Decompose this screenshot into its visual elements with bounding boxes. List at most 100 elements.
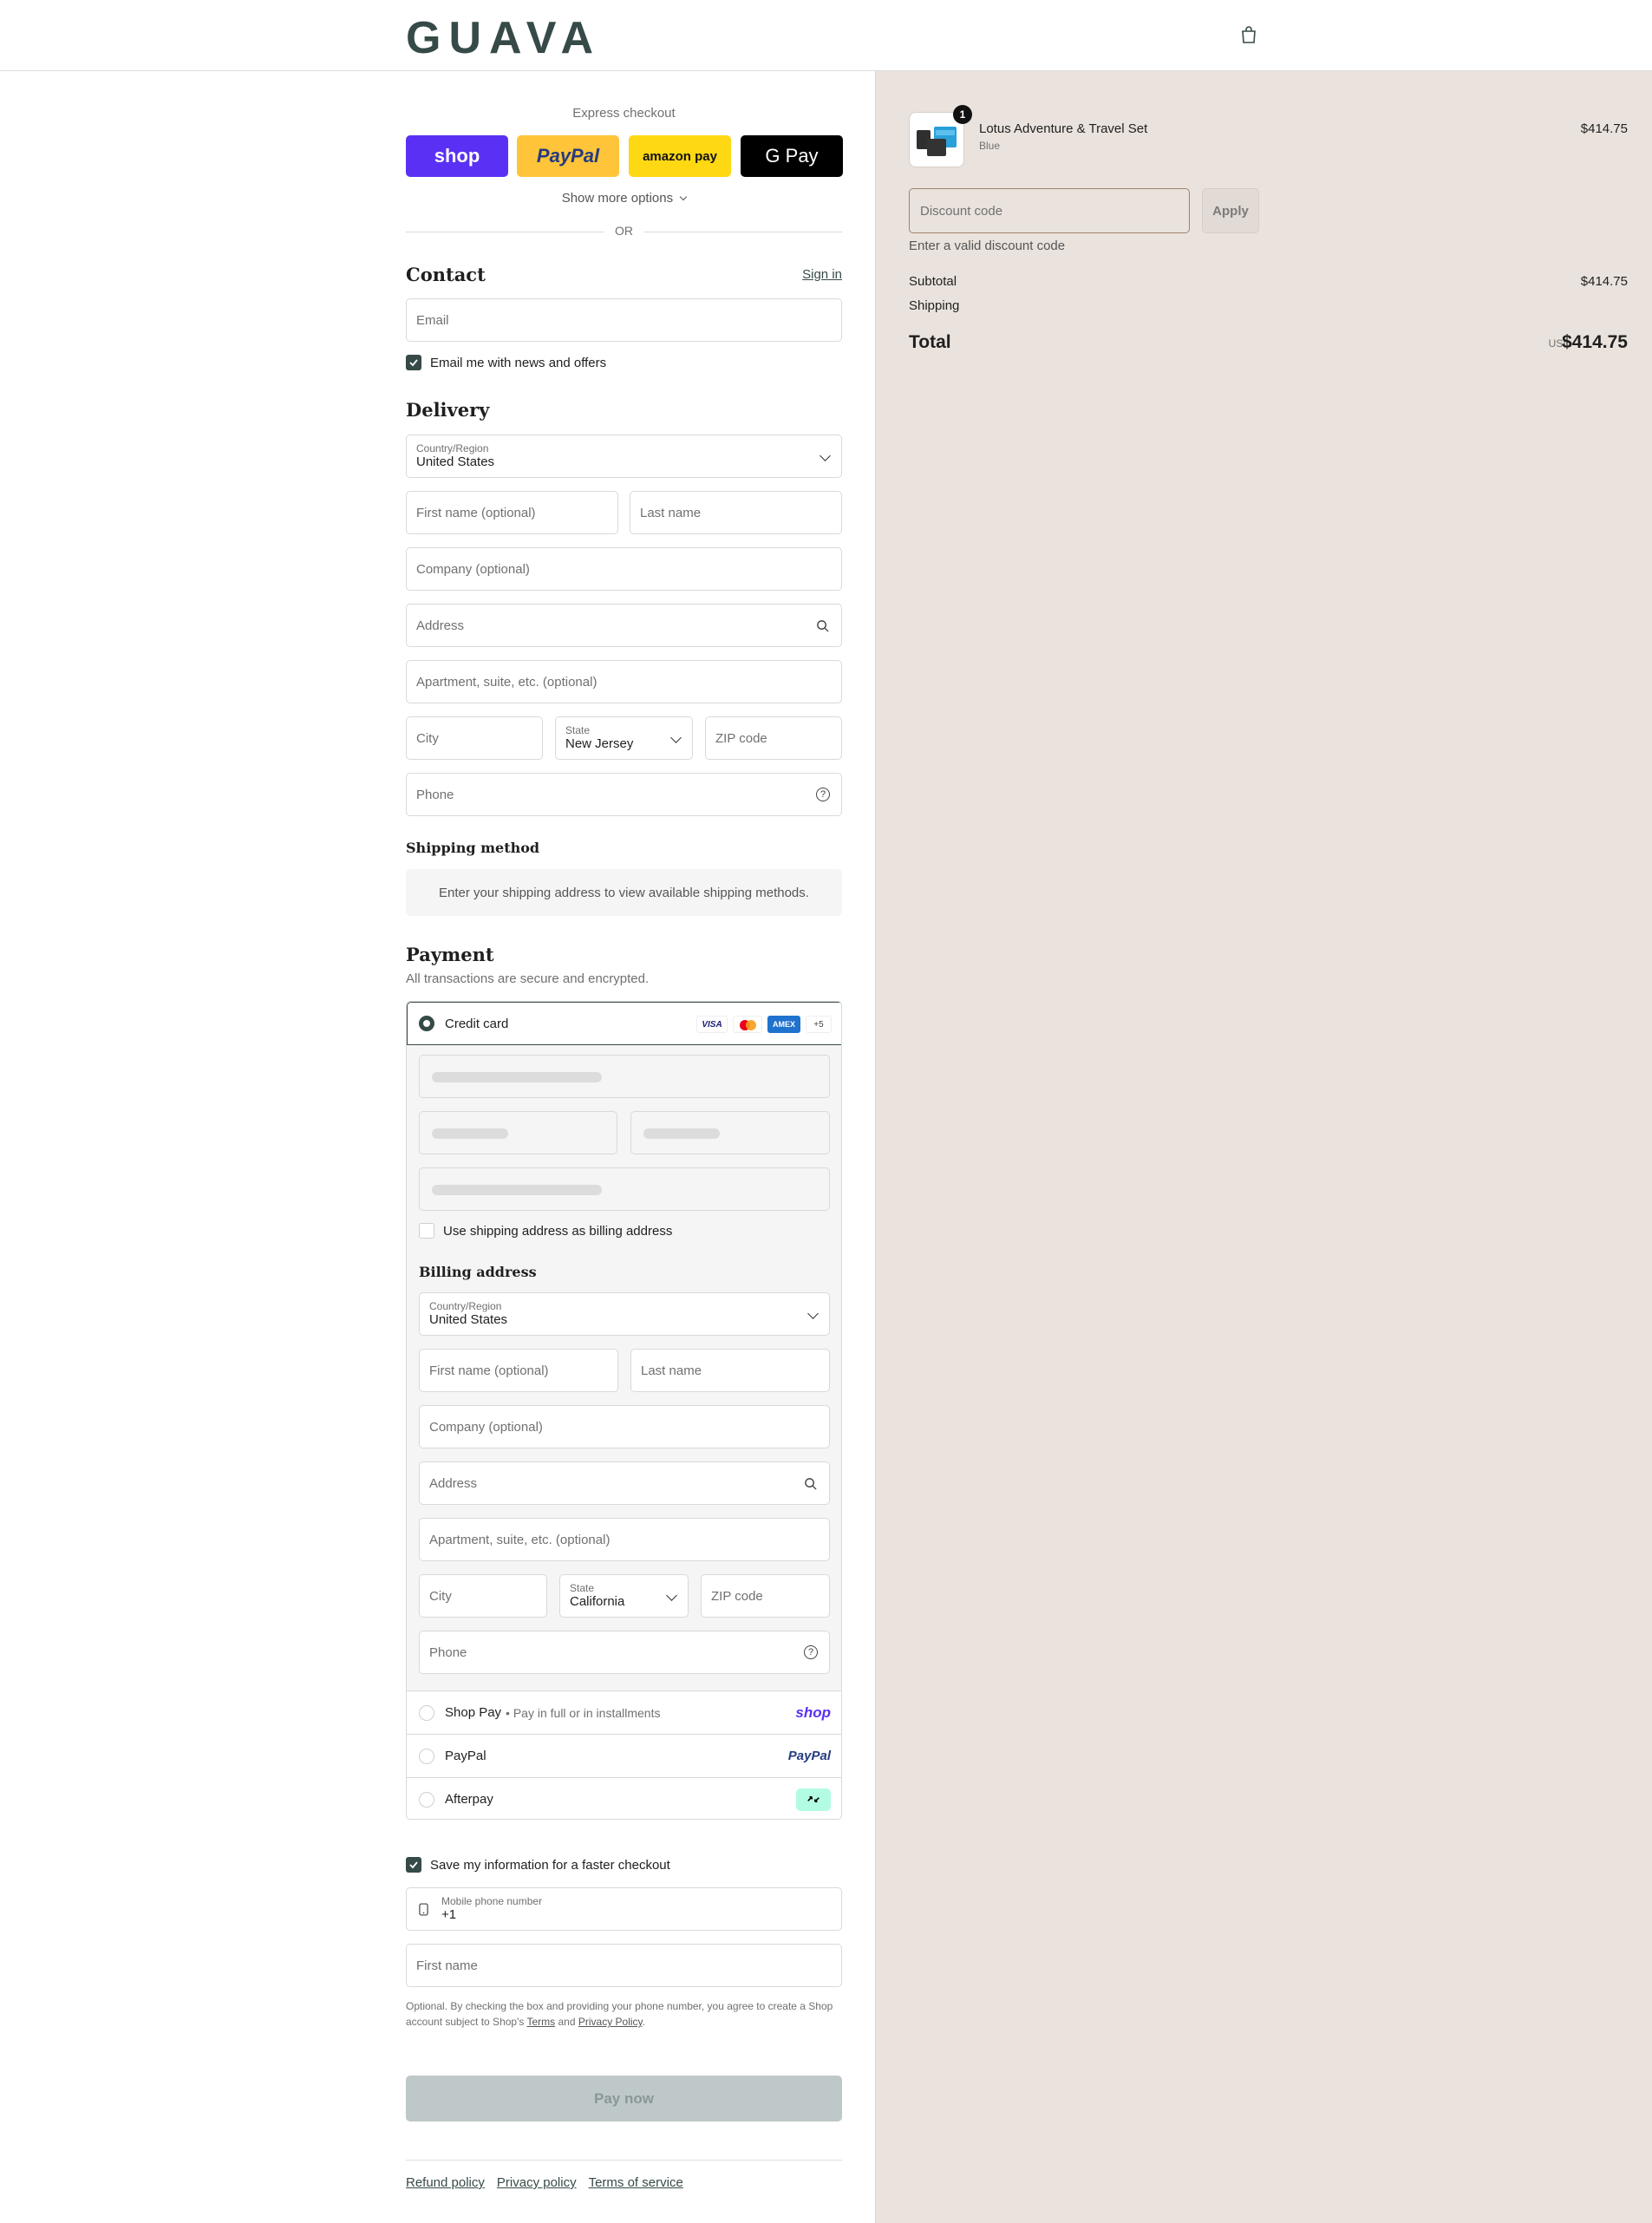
country-select[interactable]: Country/Region United States <box>406 435 842 478</box>
google-pay-label: G Pay <box>765 145 819 167</box>
terms-of-service-link[interactable]: Terms of service <box>589 2175 683 2190</box>
news-checkbox-row[interactable]: Email me with news and offers <box>406 355 606 370</box>
privacy-policy-link[interactable]: Privacy policy <box>497 2175 577 2190</box>
paypal-button[interactable]: PayPal <box>517 135 619 177</box>
delivery-heading: Delivery <box>406 399 490 421</box>
bag-icon[interactable] <box>1240 25 1257 44</box>
shop-logo-icon: shop <box>795 1703 831 1721</box>
subtotal-value: $414.75 <box>1580 274 1628 289</box>
apply-button[interactable]: Apply <box>1202 188 1259 233</box>
visa-icon: VISA <box>696 1016 728 1033</box>
show-more-options[interactable]: Show more options <box>406 191 842 206</box>
save-first-name-field[interactable]: First name <box>406 1944 842 1987</box>
billing-country-label: Country/Region <box>429 1300 502 1312</box>
checkbox-checked[interactable] <box>406 1857 421 1873</box>
radio-unselected[interactable] <box>419 1748 434 1764</box>
skeleton-placeholder <box>432 1128 508 1139</box>
mobile-phone-icon <box>419 1903 428 1916</box>
company-field[interactable]: Company (optional) <box>406 547 842 591</box>
billing-address-field[interactable]: Address <box>419 1461 830 1505</box>
billing-first-name-field[interactable]: First name (optional) <box>419 1349 618 1392</box>
email-placeholder: Email <box>416 312 449 328</box>
city-placeholder: City <box>416 730 439 746</box>
help-icon[interactable]: ? <box>816 788 830 801</box>
shop-pay-sublabel: • Pay in full or in installments <box>506 1705 661 1720</box>
show-more-label: Show more options <box>561 191 674 206</box>
billing-state-select[interactable]: State California <box>559 1574 689 1618</box>
billing-apartment-field[interactable]: Apartment, suite, etc. (optional) <box>419 1518 830 1561</box>
city-field[interactable]: City <box>406 716 543 760</box>
google-pay-button[interactable]: G Pay <box>741 135 843 177</box>
apartment-field[interactable]: Apartment, suite, etc. (optional) <box>406 660 842 703</box>
shipping-method-heading: Shipping method <box>406 840 540 856</box>
billing-company-placeholder: Company (optional) <box>429 1419 543 1435</box>
phone-field[interactable]: Phone ? <box>406 773 842 816</box>
paypal-option[interactable]: PayPal PayPal <box>407 1734 841 1777</box>
billing-phone-field[interactable]: Phone ? <box>419 1631 830 1674</box>
shipping-message-text: Enter your shipping address to view avai… <box>439 885 809 900</box>
paypal-label: PayPal <box>445 1749 486 1763</box>
use-shipping-row[interactable]: Use shipping address as billing address <box>419 1223 672 1239</box>
subtotal-label: Subtotal <box>909 274 957 289</box>
help-icon[interactable]: ? <box>804 1645 818 1659</box>
first-name-field[interactable]: First name (optional) <box>406 491 618 534</box>
afterpay-label: Afterpay <box>445 1792 493 1807</box>
legal-text: Optional. By checking the box and provid… <box>406 1998 842 2030</box>
zip-field[interactable]: ZIP code <box>705 716 842 760</box>
billing-company-field[interactable]: Company (optional) <box>419 1405 830 1448</box>
pay-now-button[interactable]: Pay now <box>406 2076 842 2122</box>
search-icon <box>805 1478 817 1490</box>
state-select[interactable]: State New Jersey <box>555 716 693 760</box>
terms-link[interactable]: Terms <box>527 2016 556 2028</box>
credit-card-option[interactable]: Credit card VISA AMEX +5 <box>407 1002 841 1045</box>
discount-input[interactable]: Discount code <box>909 188 1190 233</box>
checkbox-checked[interactable] <box>406 355 421 370</box>
billing-first-name-placeholder: First name (optional) <box>429 1363 549 1378</box>
billing-country-select[interactable]: Country/Region United States <box>419 1292 830 1336</box>
billing-last-name-placeholder: Last name <box>641 1363 702 1378</box>
address-placeholder: Address <box>416 618 465 633</box>
payment-methods-box: Credit card VISA AMEX +5 Use shipping ad… <box>406 1001 842 1820</box>
last-name-field[interactable]: Last name <box>630 491 842 534</box>
save-info-label: Save my information for a faster checkou… <box>430 1857 670 1873</box>
billing-address-placeholder: Address <box>429 1475 478 1491</box>
or-label: OR <box>615 224 633 238</box>
order-summary: 1 Lotus Adventure & Travel Set Blue $414… <box>875 71 1652 2223</box>
amazon-pay-button[interactable]: amazon pay <box>629 135 731 177</box>
afterpay-option[interactable]: Afterpay <box>407 1777 841 1819</box>
radio-unselected[interactable] <box>419 1704 434 1721</box>
save-info-row[interactable]: Save my information for a faster checkou… <box>406 1857 670 1873</box>
shipping-method-message: Enter your shipping address to view avai… <box>406 869 842 916</box>
shop-pay-button[interactable]: shop <box>406 135 508 177</box>
shop-pay-option[interactable]: Shop Pay • Pay in full or in installment… <box>407 1690 841 1734</box>
privacy-link[interactable]: Privacy Policy <box>578 2016 643 2028</box>
country-value: United States <box>416 454 495 469</box>
mobile-phone-field[interactable]: Mobile phone number +1 <box>406 1887 842 1931</box>
total-label: Total <box>909 332 951 352</box>
radio-selected[interactable] <box>419 1016 434 1031</box>
credit-card-label: Credit card <box>445 1016 509 1031</box>
mobile-value: +1 <box>441 1907 457 1922</box>
legal-text-period: . <box>642 2016 646 2028</box>
checkbox-unchecked[interactable] <box>419 1223 434 1239</box>
radio-unselected[interactable] <box>419 1791 434 1808</box>
address-field[interactable]: Address <box>406 604 842 647</box>
total-value: $414.75 <box>1562 332 1628 352</box>
billing-country-value: United States <box>429 1312 508 1327</box>
contact-heading: Contact <box>406 264 486 285</box>
billing-city-field[interactable]: City <box>419 1574 547 1618</box>
billing-zip-field[interactable]: ZIP code <box>701 1574 830 1618</box>
chevron-down-icon <box>807 1308 819 1319</box>
item-variant: Blue <box>979 140 1001 152</box>
billing-apartment-placeholder: Apartment, suite, etc. (optional) <box>429 1532 611 1547</box>
email-field[interactable]: Email <box>406 298 842 342</box>
sign-in-link[interactable]: Sign in <box>802 267 842 282</box>
discount-placeholder: Discount code <box>920 203 1003 219</box>
discount-error: Enter a valid discount code <box>909 239 1066 253</box>
news-label: Email me with news and offers <box>430 355 607 370</box>
store-logo[interactable]: GUAVA <box>406 12 601 64</box>
billing-last-name-field[interactable]: Last name <box>630 1349 830 1392</box>
afterpay-logo-icon <box>796 1788 831 1811</box>
company-placeholder: Company (optional) <box>416 561 530 577</box>
refund-policy-link[interactable]: Refund policy <box>406 2175 485 2190</box>
